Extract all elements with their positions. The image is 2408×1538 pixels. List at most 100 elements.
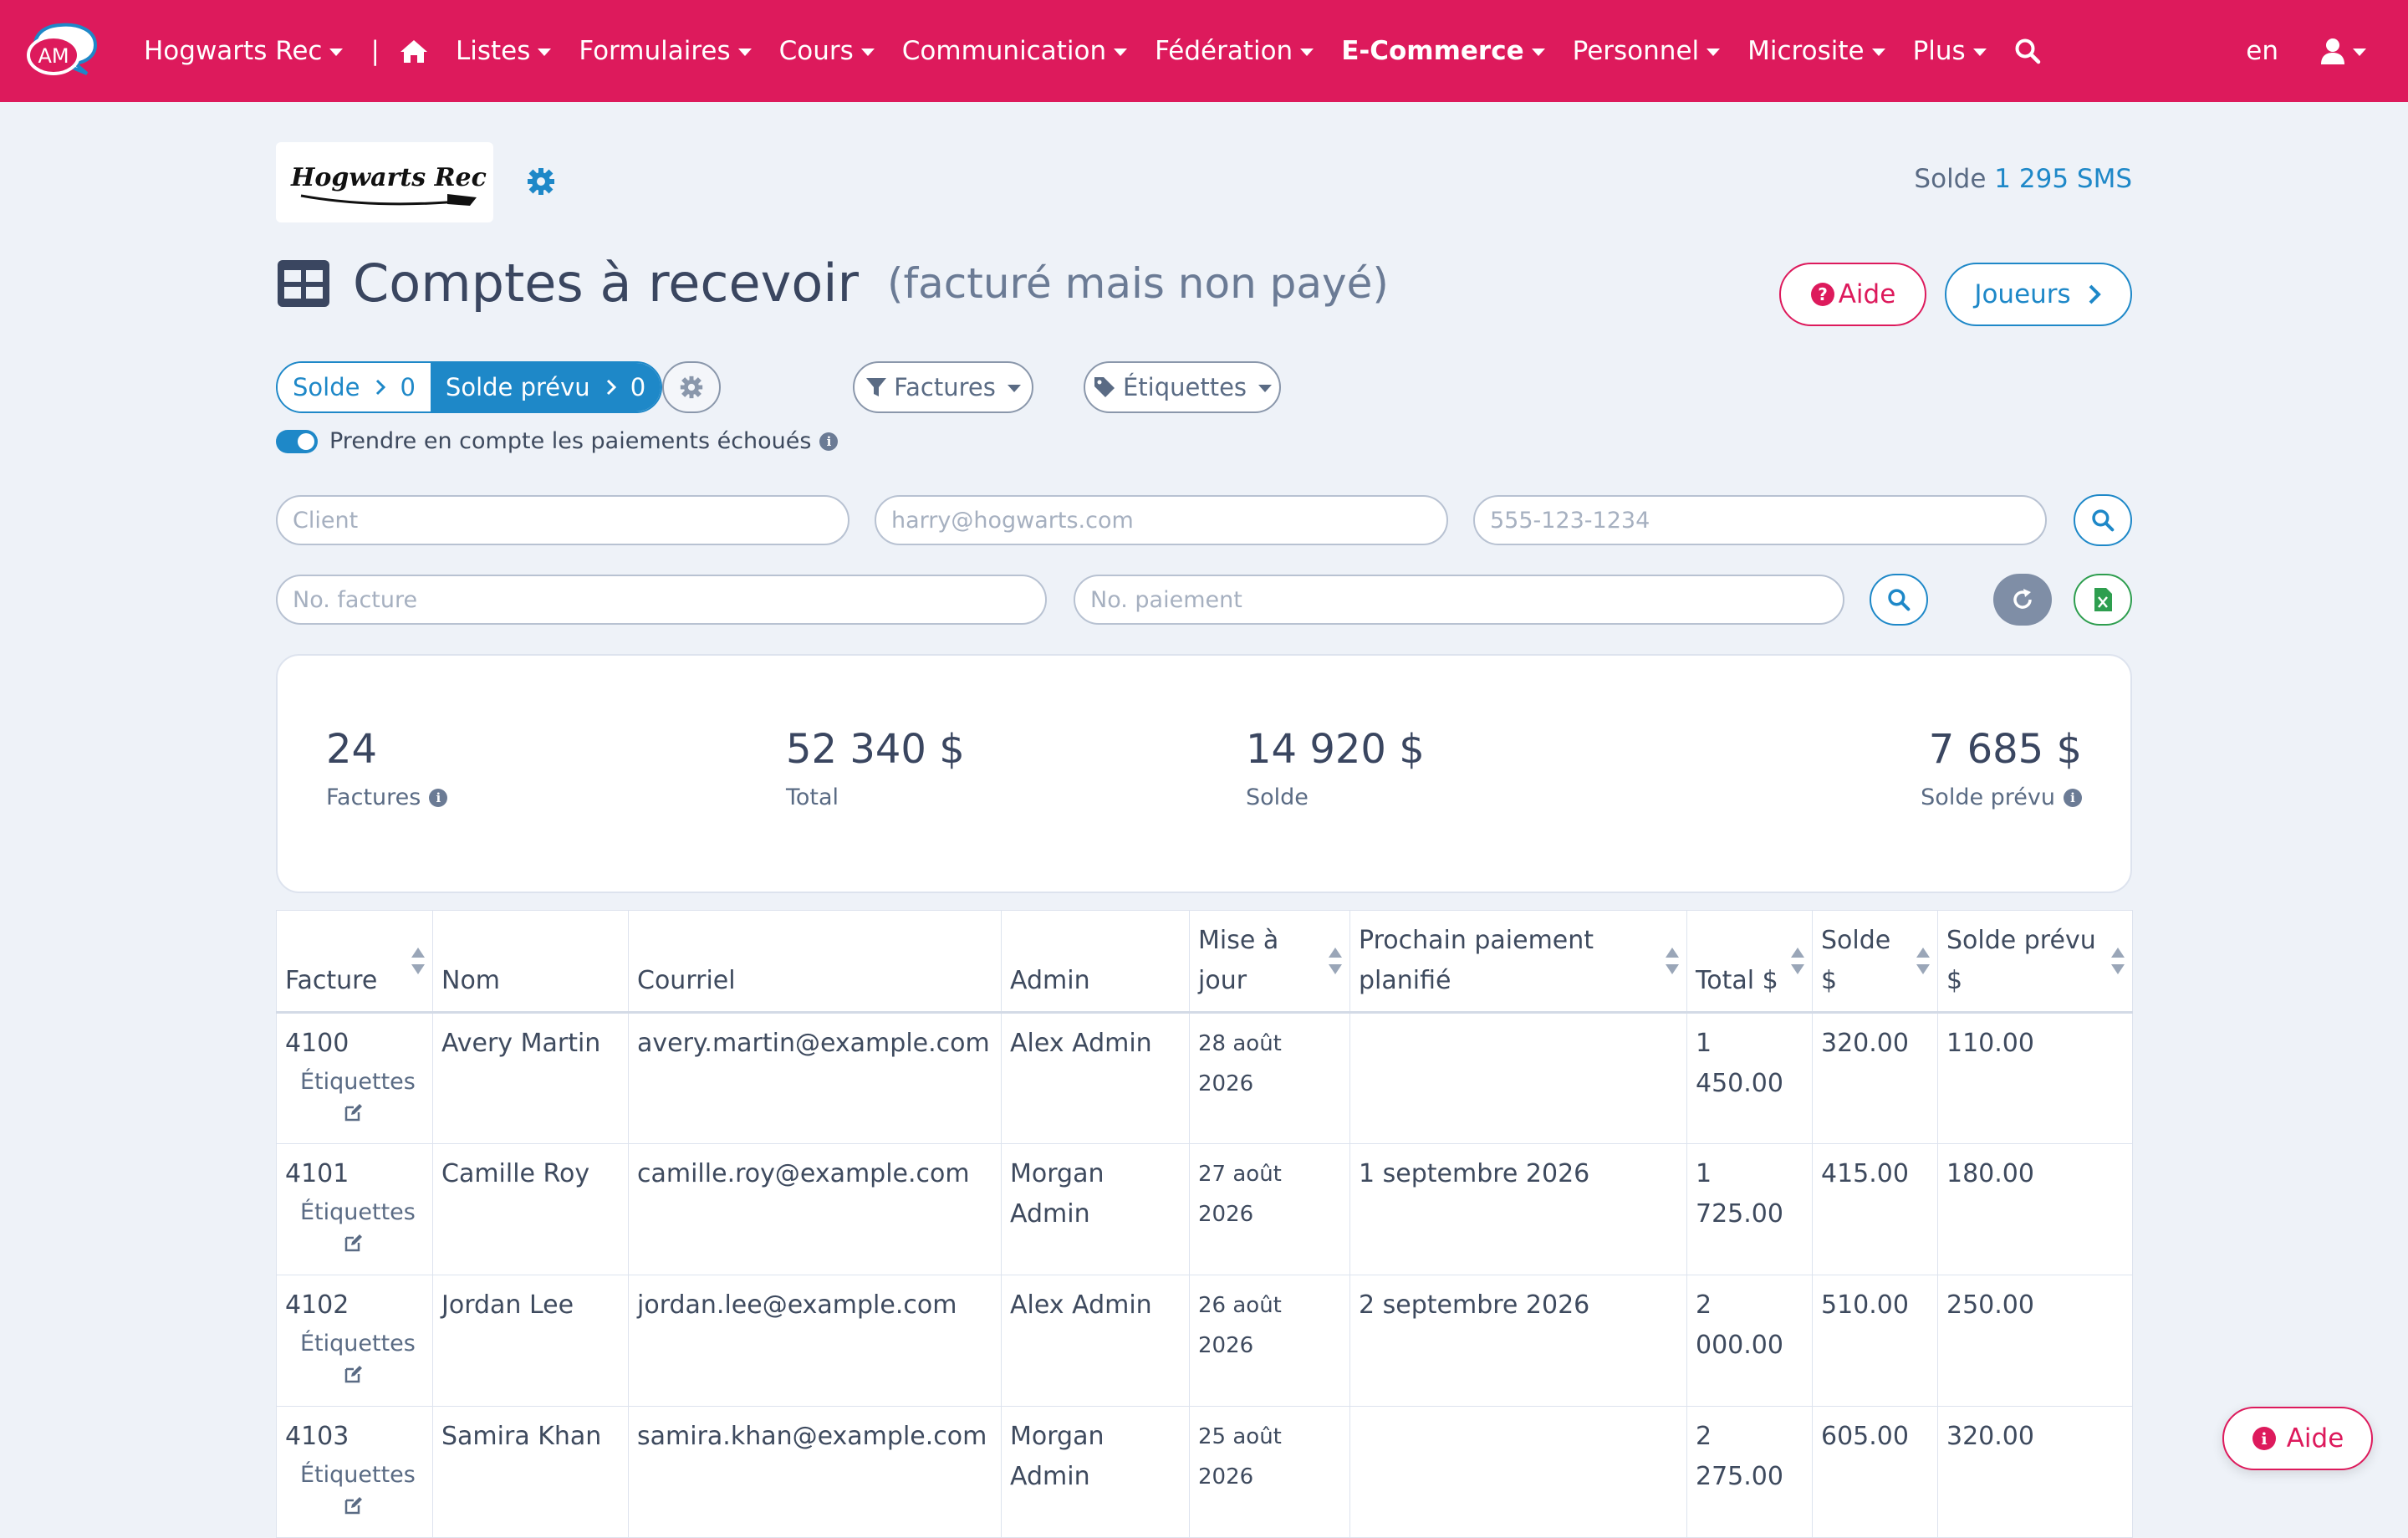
chevron-down-icon: [329, 49, 344, 56]
excel-file-icon: [2094, 588, 2112, 611]
nav-plus[interactable]: Plus: [1913, 36, 1987, 66]
edit-icon[interactable]: [285, 1362, 424, 1391]
invoice-number[interactable]: 4100: [285, 1029, 349, 1058]
table-row[interactable]: 4101 Étiquettes Camille Roy camille.roy@e…: [276, 1143, 2133, 1275]
nav-ecommerce[interactable]: E-Commerce: [1341, 36, 1545, 66]
tags-link[interactable]: Étiquettes: [285, 1194, 424, 1231]
user-icon: [2321, 38, 2344, 64]
tags-link[interactable]: Étiquettes: [285, 1457, 424, 1494]
invoice-number-input[interactable]: No. facture: [276, 575, 1047, 625]
email-input[interactable]: harry@hogwarts.com: [875, 495, 1448, 545]
nav-personnel[interactable]: Personnel: [1573, 36, 1721, 66]
players-label: Joueurs: [1974, 279, 2071, 309]
col-invoice[interactable]: Facture: [276, 910, 433, 1014]
edit-icon[interactable]: [285, 1494, 424, 1522]
svg-text:AM: AM: [38, 44, 69, 68]
invoices-filter-dropdown[interactable]: Factures: [853, 361, 1033, 413]
chevron-down-icon: [2353, 49, 2366, 56]
expected-balance-amount: 320.00: [1937, 1406, 2133, 1538]
search-button[interactable]: [2074, 494, 2132, 546]
stat-total-value: 52 340 $: [786, 726, 965, 773]
stat-invoices-label: Factures: [326, 784, 421, 810]
tags-link[interactable]: Étiquettes: [285, 1064, 424, 1101]
updated-date: 25 août 2026: [1189, 1406, 1350, 1538]
search-invoice-button[interactable]: [1870, 574, 1928, 626]
nav-formulaires[interactable]: Formulaires: [579, 36, 752, 66]
floating-help-button[interactable]: i Aide: [2222, 1407, 2373, 1470]
invoice-number[interactable]: 4102: [285, 1290, 349, 1320]
col-expected-balance[interactable]: Solde prévu $: [1937, 910, 2133, 1014]
client-name: Jordan Lee: [432, 1275, 629, 1407]
sms-value[interactable]: 1 295 SMS: [1994, 164, 2132, 194]
col-label: Mise à jour: [1198, 926, 1279, 995]
nav-listes[interactable]: Listes: [455, 36, 552, 66]
nav-search[interactable]: [2014, 38, 2041, 64]
language-switch[interactable]: en: [2246, 36, 2278, 66]
next-payment-date: [1349, 1012, 1687, 1144]
user-menu[interactable]: [2320, 38, 2366, 64]
home-link[interactable]: [400, 38, 428, 64]
export-excel-button[interactable]: [2074, 574, 2132, 626]
settings-gear-icon[interactable]: [527, 167, 555, 199]
org-switcher[interactable]: Hogwarts Rec: [144, 36, 344, 66]
payment-number-input[interactable]: No. paiement: [1074, 575, 1844, 625]
sort-icon[interactable]: [411, 948, 426, 974]
tags-filter-dropdown[interactable]: Étiquettes: [1084, 361, 1281, 413]
client-email: camille.roy@example.com: [628, 1143, 1002, 1275]
sort-icon[interactable]: [1328, 948, 1343, 974]
solde-tab[interactable]: Solde 0: [278, 363, 431, 411]
nav-microsite[interactable]: Microsite: [1747, 36, 1885, 66]
nav-label: Cours: [778, 36, 854, 66]
invoices-filter-label: Factures: [894, 373, 996, 401]
nav-label: E-Commerce: [1341, 36, 1524, 66]
table-row[interactable]: 4102 Étiquettes Jordan Lee jordan.lee@exa…: [276, 1275, 2133, 1407]
info-icon[interactable]: i: [2064, 788, 2082, 807]
tags-link[interactable]: Étiquettes: [285, 1326, 424, 1362]
invoice-number[interactable]: 4103: [285, 1422, 349, 1451]
col-total[interactable]: Total $: [1686, 910, 1813, 1014]
nav-cours[interactable]: Cours: [779, 36, 875, 66]
solde-prevu-tab[interactable]: Solde prévu 0: [430, 363, 661, 411]
nav-federation[interactable]: Fédération: [1155, 36, 1314, 66]
edit-icon[interactable]: [285, 1231, 424, 1260]
edit-icon[interactable]: [285, 1101, 424, 1129]
client-input[interactable]: Client: [276, 495, 849, 545]
settings-button[interactable]: [662, 361, 721, 413]
sort-icon[interactable]: [1665, 948, 1680, 974]
gear-icon: [680, 376, 703, 399]
col-balance[interactable]: Solde $: [1812, 910, 1938, 1014]
sms-label: Solde: [1914, 164, 1987, 194]
nav-separator: |: [370, 36, 380, 66]
table-row[interactable]: 4100 Étiquettes Avery Martin avery.martin…: [276, 1012, 2133, 1144]
col-label: Solde $: [1821, 926, 1891, 995]
sort-icon[interactable]: [1916, 948, 1931, 974]
stat-balance-label: Solde: [1246, 784, 1309, 810]
col-name: Nom: [432, 910, 629, 1014]
stat-invoices: 24 Factures i: [326, 726, 448, 810]
stat-invoices-value: 24: [326, 726, 378, 773]
sort-icon[interactable]: [2110, 948, 2125, 974]
total-amount: 2 000.00: [1686, 1275, 1813, 1407]
reset-button[interactable]: [1993, 574, 2052, 626]
help-button[interactable]: ? Aide: [1779, 263, 1926, 326]
app-logo[interactable]: AM: [23, 20, 105, 79]
nav-label: Microsite: [1747, 36, 1865, 66]
info-icon[interactable]: i: [819, 432, 839, 451]
table-icon: [278, 259, 329, 307]
phone-input[interactable]: 555-123-1234: [1473, 495, 2047, 545]
info-icon[interactable]: i: [429, 788, 448, 807]
chevron-down-icon: [1707, 49, 1721, 56]
stat-total: 52 340 $ Total: [786, 726, 965, 810]
col-next-payment[interactable]: Prochain paiement planifié: [1349, 910, 1687, 1014]
chevron-down-icon: [1972, 49, 1987, 56]
failed-payments-toggle[interactable]: [276, 429, 318, 453]
sort-icon[interactable]: [1790, 948, 1805, 974]
nav-label: Listes: [455, 36, 531, 66]
col-label: Prochain paiement planifié: [1359, 926, 1594, 995]
nav-communication[interactable]: Communication: [902, 36, 1128, 66]
players-button[interactable]: Joueurs: [1945, 263, 2132, 326]
col-updated[interactable]: Mise à jour: [1189, 910, 1350, 1014]
table-row[interactable]: 4103 Étiquettes Samira Khan samira.khan@e…: [276, 1406, 2133, 1538]
invoice-number[interactable]: 4101: [285, 1159, 349, 1188]
expected-balance-amount: 110.00: [1937, 1012, 2133, 1144]
